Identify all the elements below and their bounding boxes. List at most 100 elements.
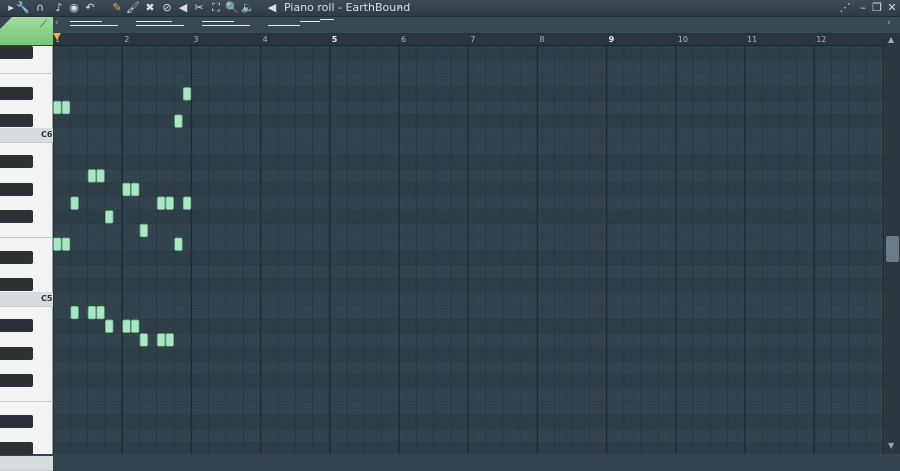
note-7 (130, 182, 140, 197)
black-key[interactable] (0, 319, 33, 333)
white-key-divider (0, 237, 53, 239)
note-icon[interactable]: ♪ (52, 1, 66, 15)
note-18 (96, 305, 105, 320)
note-0 (53, 100, 62, 115)
note-11 (174, 114, 183, 128)
black-key[interactable] (0, 155, 33, 169)
ruler-bar-2: 2 (124, 35, 130, 44)
title-bar: ▸ 🔧 ∩ ♪ ◉ ↶ ✎ 🖌 ✖ ⊘ ◀ ✂ ⛶ 🔍 ◀ 🔈 Piano roll - EarthBound… (0, 0, 900, 17)
scroll-right-arrow-icon[interactable]: › (887, 18, 891, 28)
white-key-divider (0, 401, 53, 403)
select-icon[interactable]: ⛶ (209, 1, 223, 15)
ruler-bar-11: 11 (747, 35, 758, 44)
octave-label: C6 (41, 130, 53, 140)
wrench-icon[interactable]: 🔧 (16, 1, 30, 15)
black-key[interactable] (0, 210, 33, 224)
scroll-up-arrow-icon[interactable]: ▲ (888, 35, 894, 44)
vertical-scroll-thumb[interactable] (886, 236, 899, 262)
note-22 (139, 333, 149, 347)
note-9 (156, 196, 166, 210)
ruler-bar-7: 7 (470, 35, 476, 44)
black-key-row (53, 319, 885, 334)
scroll-left-arrow-icon[interactable]: ‹ (55, 18, 59, 28)
pencil-icon[interactable]: ✎ (110, 1, 124, 15)
note-13 (182, 196, 192, 210)
black-key[interactable] (0, 442, 33, 456)
magnet-icon[interactable]: ∩ (33, 1, 47, 15)
note-5 (105, 210, 114, 224)
black-key[interactable] (0, 114, 33, 128)
white-key-divider (0, 141, 53, 143)
playback-icon[interactable]: ◀ (265, 1, 279, 15)
black-key-row (53, 251, 885, 265)
black-key-row (53, 278, 885, 293)
playhead-marker[interactable] (53, 33, 61, 40)
note-14 (53, 237, 62, 251)
black-key-row (53, 87, 885, 101)
black-key-row (53, 415, 885, 429)
note-2 (70, 196, 79, 210)
black-key-row (53, 374, 885, 388)
piano-keyboard[interactable]: C6 C5 (0, 46, 53, 471)
slice-icon[interactable]: ✂ (192, 1, 206, 15)
speaker-icon[interactable]: 🔈 (241, 1, 255, 15)
note-1 (61, 100, 71, 115)
ruler-bar-6: 6 (401, 35, 407, 44)
black-key[interactable] (0, 346, 33, 360)
black-key-row (53, 346, 885, 361)
detach-icon[interactable]: ⋰ (838, 1, 852, 15)
note-grid-canvas[interactable] (53, 46, 885, 454)
note-6 (122, 182, 131, 197)
note-19 (105, 319, 114, 333)
white-key-divider (0, 73, 53, 75)
note-21 (130, 319, 140, 333)
zoom-icon[interactable]: 🔍 (225, 1, 239, 15)
ruler-bar-12: 12 (816, 35, 827, 44)
snap-icon[interactable]: ⟋ (40, 19, 47, 30)
note-20 (122, 319, 131, 333)
black-key-row (53, 182, 885, 197)
ruler-bar-4: 4 (262, 35, 268, 44)
black-key-row (53, 155, 885, 170)
mute-icon[interactable]: ⊘ (160, 1, 174, 15)
maximize-button[interactable]: ❐ (870, 1, 884, 15)
black-key[interactable] (0, 46, 33, 59)
black-key[interactable] (0, 278, 33, 292)
note-10 (165, 196, 174, 210)
event-bar[interactable] (0, 17, 900, 34)
minimize-button[interactable]: – (856, 1, 870, 15)
note-12 (182, 87, 192, 101)
note-17 (87, 305, 97, 320)
note-4 (96, 169, 105, 183)
window-title[interactable]: Piano roll - EarthBound (284, 1, 410, 15)
note-15 (61, 237, 71, 251)
black-key-row (53, 442, 885, 454)
white-key-divider (0, 305, 53, 307)
scroll-down-arrow-icon[interactable]: ▼ (888, 441, 894, 450)
ruler-bar-5: 5 (331, 35, 338, 44)
undo-icon[interactable]: ↶ (83, 1, 97, 15)
title-menu-arrow-icon[interactable]: ▸ (397, 1, 402, 15)
brush-icon[interactable]: 🖌 (126, 1, 140, 15)
slip-icon[interactable]: ◀ (176, 1, 190, 15)
key-c-shade[interactable] (0, 456, 53, 471)
note-24 (165, 333, 174, 347)
ruler-bar-8: 8 (539, 35, 545, 44)
octave-label: C5 (41, 294, 53, 304)
timeline-ruler[interactable]: 1 2 3 4 5 6 7 8 9 10 11 12 (53, 34, 885, 46)
note-16 (70, 305, 79, 320)
note-grid[interactable] (53, 46, 885, 454)
black-key[interactable] (0, 374, 33, 388)
note-23 (156, 333, 166, 347)
black-key-row (53, 46, 885, 60)
black-key[interactable] (0, 182, 33, 196)
ruler-bar-10: 10 (677, 35, 688, 44)
black-key[interactable] (0, 87, 33, 100)
delete-icon[interactable]: ✖ (143, 1, 157, 15)
close-button[interactable]: ✕ (885, 1, 899, 15)
black-key-row (53, 210, 885, 224)
black-key[interactable] (0, 251, 33, 265)
note-25 (174, 237, 183, 251)
record-icon[interactable]: ◉ (67, 1, 81, 15)
black-key[interactable] (0, 415, 33, 429)
